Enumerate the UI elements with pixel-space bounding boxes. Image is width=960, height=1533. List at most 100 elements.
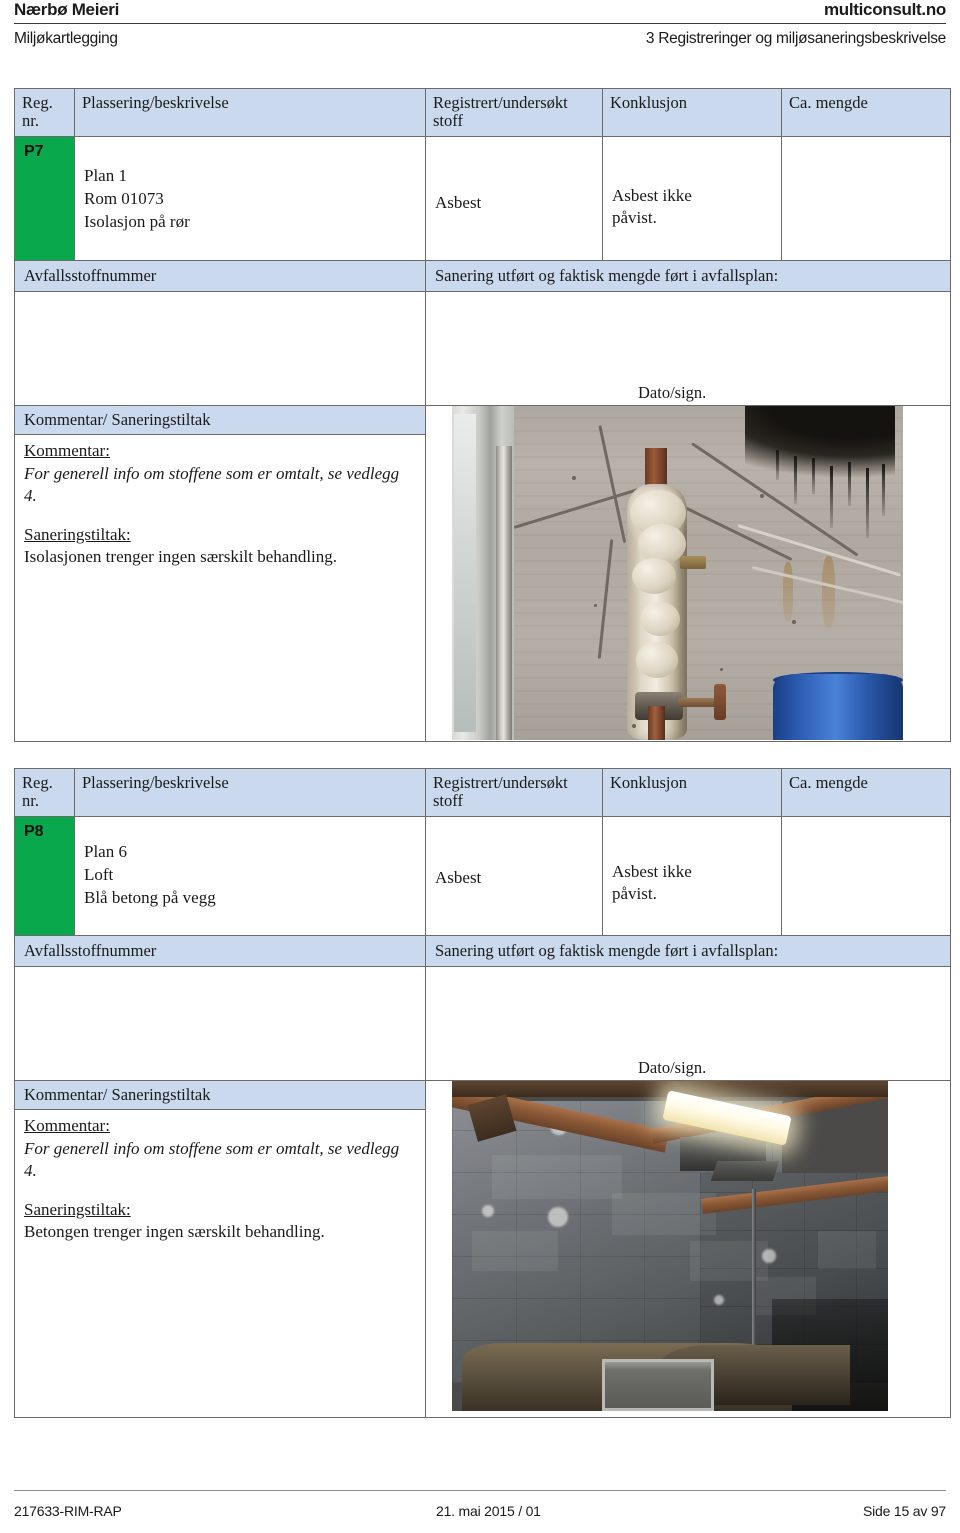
footer-row: 217633-RIM-RAP 21. mai 2015 / 01 Side 15…	[14, 1491, 946, 1519]
photo-ventilation-duct-2	[710, 1160, 780, 1181]
saneringstiltak-text: Isolasjonen trenger ingen særskilt behan…	[24, 547, 338, 567]
column-header-reg-nr: Reg. nr.	[15, 89, 75, 136]
table-header-row: Reg. nr. Plassering/beskrivelse Registre…	[15, 769, 950, 816]
photo-speck	[760, 493, 764, 498]
registration-table-p7: Reg. nr. Plassering/beskrivelse Registre…	[14, 88, 951, 742]
konklusjon-cell: Asbest ikke påvist.	[603, 136, 782, 260]
stoff-cell: Asbest	[426, 136, 603, 260]
reg-nr-line1: Reg.	[22, 93, 53, 112]
page-footer: 217633-RIM-RAP 21. mai 2015 / 01 Side 15…	[14, 1490, 946, 1519]
table-row: P8 Plan 6 Loft Blå betong på vegg Asbest…	[15, 815, 950, 935]
project-title: Nærbø Meieri	[14, 0, 120, 19]
photo-lens-flare	[714, 1294, 724, 1305]
sanering-utfort-label: Sanering utført og faktisk mengde ført i…	[426, 935, 950, 966]
reg-nr-badge: P8	[15, 816, 75, 935]
header-title-row: Nærbø Meieri multiconsult.no	[14, 0, 946, 23]
photo-speck	[720, 667, 723, 671]
header-subtitle-right: 3 Registreringer og miljøsaneringsbeskri…	[645, 30, 946, 47]
photo-wall-block	[690, 1240, 768, 1281]
photo-cell	[426, 405, 950, 741]
photo-wall-block	[492, 1154, 622, 1199]
avfallsstoffnummer-value	[15, 291, 426, 405]
photo-insulation-lump	[636, 641, 678, 678]
photo-attic-blue-concrete-wall	[452, 1080, 888, 1411]
header-subtitle-row: Miljøkartlegging 3 Registreringer og mil…	[14, 24, 946, 48]
column-header-stoff: Registrert/undersøkt stoff	[426, 89, 603, 136]
plassering-line-2: Loft	[84, 864, 114, 884]
kommentar-banner: Kommentar/ Saneringstiltak	[15, 405, 425, 435]
footer-date-revision: 21. mai 2015 / 01	[435, 1503, 541, 1519]
reg-nr-line2: nr.	[22, 111, 39, 131]
plassering-line-1: Plan 6	[84, 841, 127, 861]
photo-drip	[812, 457, 815, 494]
plassering-line-3: Blå betong på vegg	[84, 887, 216, 907]
photo-speck	[594, 603, 597, 607]
sanering-value: Dato/sign.	[426, 967, 950, 1080]
photo-drip	[848, 461, 851, 506]
photo-pipe-bottom	[648, 705, 665, 740]
registration-table-p8: Reg. nr. Plassering/beskrivelse Registre…	[14, 768, 951, 1418]
kommentar-body: Kommentar: For generell info om stoffene…	[15, 1110, 425, 1252]
photo-wall-block	[472, 1230, 558, 1271]
column-header-plassering: Plassering/beskrivelse	[75, 89, 426, 136]
column-header-mengde: Ca. mengde	[782, 89, 950, 136]
kommentar-body: Kommentar: For generell info om stoffene…	[15, 435, 425, 577]
reg-nr-badge: P7	[15, 136, 75, 260]
mengde-cell	[782, 137, 950, 260]
stoff-line1: Registrert/undersøkt	[433, 773, 568, 792]
photo-rust-stain	[822, 555, 835, 628]
saneringstiltak-heading: Saneringstiltak:	[24, 524, 131, 544]
photo-drip	[776, 449, 779, 480]
stoff-line1: Registrert/undersøkt	[433, 93, 568, 112]
konklusjon-line-2: påvist.	[612, 884, 657, 904]
konklusjon-cell: Asbest ikke påvist.	[603, 816, 782, 935]
photo-lens-flare	[762, 1248, 776, 1263]
avfallsstoffnummer-row: Avfallsstoffnummer Sanering utført og fa…	[15, 934, 950, 966]
photo-drip	[882, 463, 885, 516]
photo-pipe-clamp	[680, 555, 706, 569]
photo-speck	[792, 619, 796, 624]
plassering-cell: Plan 1 Rom 01073 Isolasjon på rør	[75, 136, 426, 260]
photo-conduit	[752, 1188, 756, 1349]
konklusjon-line-1: Asbest ikke	[612, 185, 692, 205]
column-header-stoff: Registrert/undersøkt stoff	[426, 769, 603, 816]
photo-metal-pipe	[496, 445, 512, 740]
photo-drip	[794, 455, 797, 504]
konklusjon-line-1: Asbest ikke	[612, 861, 692, 881]
page-header: Nærbø Meieri multiconsult.no Miljøkartle…	[14, 0, 946, 48]
photo-lens-flare	[548, 1206, 568, 1227]
reg-nr-line1: Reg.	[22, 773, 53, 792]
avfallsstoffnummer-label: Avfallsstoffnummer	[15, 935, 426, 966]
photo-tar-stain	[745, 405, 895, 478]
footer-doc-id: 217633-RIM-RAP	[14, 1503, 122, 1519]
avfallsstoffnummer-row: Avfallsstoffnummer Sanering utført og fa…	[15, 259, 950, 291]
photo-drip	[866, 467, 869, 538]
konklusjon-line-2: påvist.	[612, 208, 657, 228]
avfallsstoffnummer-value-row: Dato/sign.	[15, 965, 950, 1080]
column-header-konklusjon: Konklusjon	[603, 89, 782, 136]
sanering-utfort-label: Sanering utført og faktisk mengde ført i…	[426, 260, 950, 291]
reg-nr-line2: nr.	[22, 791, 39, 811]
kommentar-saneringstiltak-row: Kommentar/ Saneringstiltak Kommentar: Fo…	[15, 1079, 950, 1417]
stoff-line2: stoff	[433, 791, 463, 811]
avfallsstoffnummer-label: Avfallsstoffnummer	[15, 260, 426, 291]
mengde-cell	[782, 817, 950, 935]
plassering-line-2: Rom 01073	[84, 188, 164, 208]
photo-valve-handle	[714, 683, 726, 720]
photo-rust-stain	[783, 561, 793, 622]
photo-blue-barrel	[773, 673, 903, 740]
dato-sign-label: Dato/sign.	[638, 382, 707, 402]
kommentar-text: For generell info om stoffene som er omt…	[24, 1138, 400, 1181]
dato-sign-label: Dato/sign.	[638, 1057, 707, 1077]
stoff-line2: stoff	[433, 111, 463, 131]
avfallsstoffnummer-value-row: Dato/sign.	[15, 290, 950, 405]
column-header-reg-nr: Reg. nr.	[15, 769, 75, 816]
company-name: multiconsult.no	[823, 0, 946, 19]
plassering-cell: Plan 6 Loft Blå betong på vegg	[75, 816, 426, 935]
column-header-mengde: Ca. mengde	[782, 769, 950, 816]
table-header-row: Reg. nr. Plassering/beskrivelse Registre…	[15, 89, 950, 136]
kommentar-cell: Kommentar/ Saneringstiltak Kommentar: Fo…	[15, 405, 426, 741]
column-header-plassering: Plassering/beskrivelse	[75, 769, 426, 816]
